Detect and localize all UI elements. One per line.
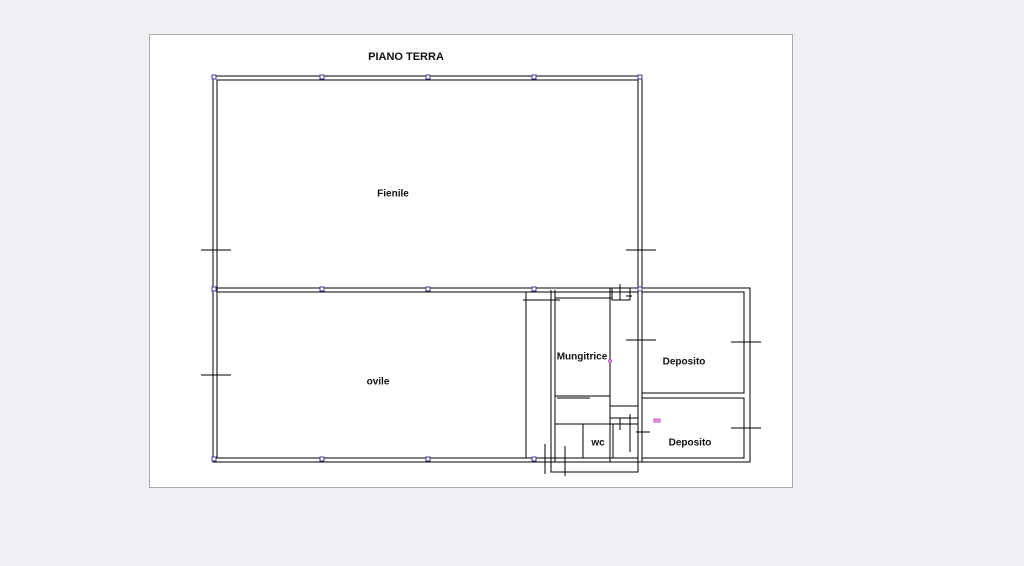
column-marker — [531, 456, 537, 462]
column-marker — [319, 456, 325, 462]
column-marker — [211, 74, 217, 80]
right-wing-outer — [637, 287, 751, 463]
stair-block — [611, 287, 631, 301]
column-marker — [531, 286, 537, 292]
column-marker — [425, 74, 431, 80]
column-marker — [319, 286, 325, 292]
room-label-wc: wc — [591, 437, 605, 449]
room-label-mungitrice: Mungitrice — [556, 351, 608, 363]
room-label-ovile: ovile — [366, 376, 390, 388]
detail-marker — [653, 418, 661, 423]
column-marker — [531, 74, 537, 80]
column-marker — [211, 456, 217, 462]
room-label-fienile: Fienile — [377, 188, 409, 200]
room-label-deposito-1: Deposito — [662, 356, 706, 368]
deposito-1-wall — [641, 291, 745, 394]
column-marker — [425, 456, 431, 462]
column-marker — [211, 286, 217, 292]
extension-strip — [550, 457, 639, 473]
column-marker — [637, 74, 643, 80]
floor-plan — [201, 74, 761, 476]
column-marker — [319, 74, 325, 80]
detail-marker — [607, 358, 613, 364]
column-marker — [637, 286, 643, 292]
room-label-deposito-2: Deposito — [668, 437, 712, 449]
column-marker — [425, 286, 431, 292]
main-inner-wall — [216, 79, 639, 459]
main-outer-wall — [212, 75, 643, 463]
deposito-2-wall — [641, 397, 745, 459]
plan-title: PIANO TERRA — [368, 51, 444, 63]
